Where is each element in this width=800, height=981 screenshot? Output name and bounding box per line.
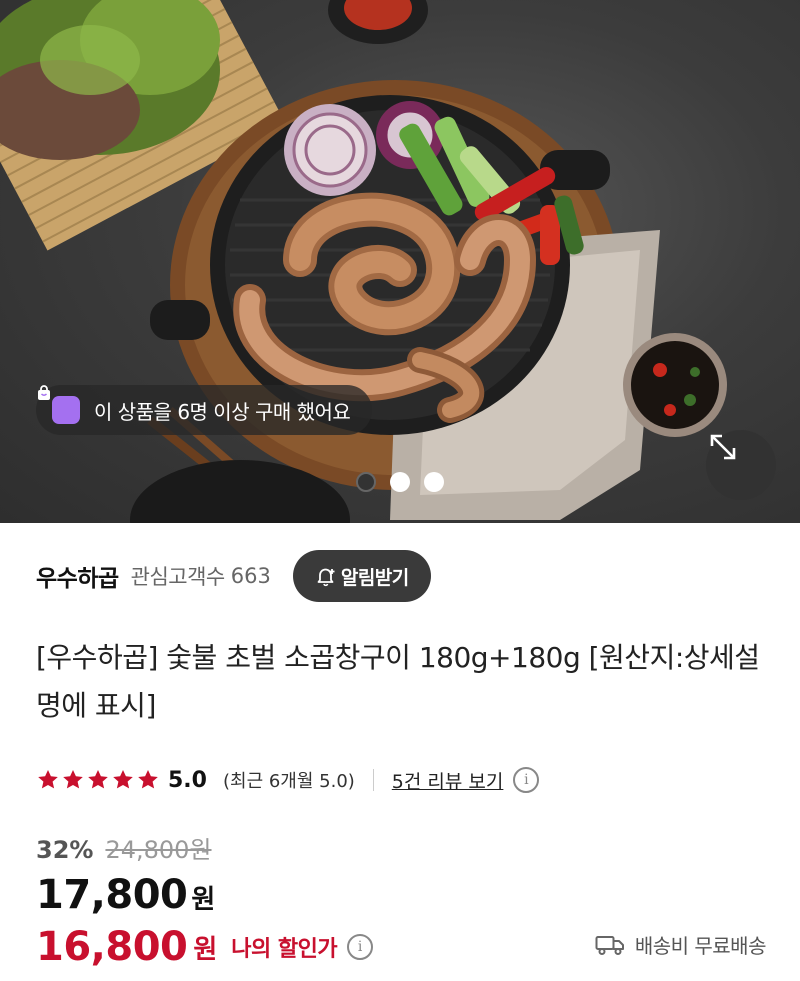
follower-label: 관심고객수 (130, 565, 226, 589)
seller-name[interactable]: 우수하곱 (36, 559, 119, 593)
seller-row: 우수하곱 관심고객수 663 알림받기 (36, 550, 431, 602)
shipping-info: 배송비 무료배송 (595, 930, 767, 959)
carousel-dot[interactable] (356, 472, 376, 492)
original-price: 24,800원 (105, 836, 212, 864)
product-title: [우수하곱] 숯불 초벌 소곱창구이 180g+180g [원산지:상세설명에 … (36, 641, 760, 722)
product-image[interactable]: 이 상품을 6명 이상 구매 했어요 (0, 0, 800, 523)
my-discount-label: 나의 할인가 (231, 937, 338, 962)
price-row: 17,800 원 (36, 872, 215, 918)
sale-price: 17,800 (36, 872, 188, 918)
bell-plus-icon (317, 568, 335, 587)
star-icon (138, 770, 158, 789)
carousel-dot[interactable] (390, 472, 410, 492)
buyers-badge-text: 이 상품을 6명 이상 구매 했어요 (94, 399, 351, 424)
star-rating (36, 768, 160, 792)
follower-count: 663 (230, 564, 271, 588)
expand-icon (710, 434, 736, 460)
star-icon (88, 770, 108, 789)
divider (372, 769, 374, 791)
rating-score: 5.0 (168, 767, 207, 793)
discount-row: 32% 24,800원 (36, 830, 212, 865)
my-price-row: 16,800 원 나의 할인가 i (36, 924, 374, 970)
carousel-indicator (356, 472, 444, 492)
carousel-dot[interactable] (424, 472, 444, 492)
rating-row: 5.0 (최근 6개월 5.0) 5건 리뷰 보기 i (36, 760, 540, 800)
shopping-bag-icon (38, 385, 80, 424)
notify-label: 알림받기 (340, 566, 409, 589)
discount-percent: 32% (36, 836, 94, 864)
rating-recent: (최근 6개월 5.0) (222, 771, 355, 792)
buyers-badge: 이 상품을 6명 이상 구매 했어요 (36, 385, 373, 435)
price-unit: 원 (191, 885, 216, 915)
info-icon[interactable]: i (347, 934, 374, 960)
shipping-label: 배송비 무료배송 (634, 934, 767, 958)
my-price-unit: 원 (193, 934, 218, 965)
product-photo (0, 0, 727, 523)
my-discount-price: 16,800 (36, 924, 188, 970)
star-icon (113, 770, 133, 789)
star-icon (63, 770, 83, 789)
star-icon (38, 770, 58, 789)
expand-image-button[interactable] (706, 430, 776, 500)
truck-icon (595, 935, 624, 955)
review-link[interactable]: 5건 리뷰 보기 (392, 767, 504, 794)
info-icon[interactable]: i (513, 767, 540, 793)
notify-button[interactable]: 알림받기 (292, 550, 431, 602)
